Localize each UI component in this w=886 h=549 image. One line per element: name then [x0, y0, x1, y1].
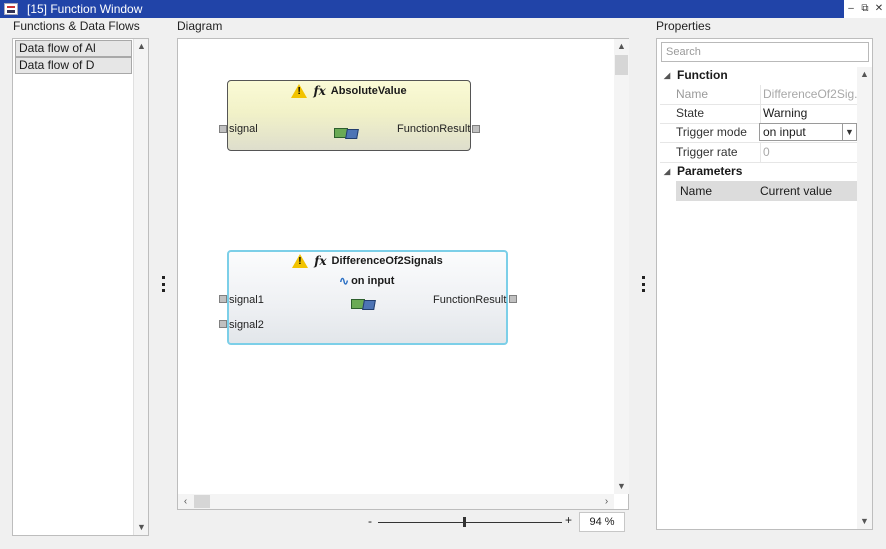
- scroll-thumb[interactable]: [615, 55, 628, 75]
- function-section-header[interactable]: ◢ Function: [660, 66, 857, 85]
- property-key: Name: [676, 87, 709, 101]
- output-port-functionresult[interactable]: [472, 125, 480, 133]
- input-port-label: signal: [229, 123, 258, 135]
- property-key: State: [676, 106, 705, 120]
- app-icon: [4, 3, 18, 15]
- property-value: Warning: [760, 104, 857, 123]
- parameters-section-header[interactable]: ◢ Parameters: [660, 162, 857, 181]
- properties-search-input[interactable]: Search: [661, 42, 869, 62]
- scroll-down-icon[interactable]: ▼: [857, 514, 872, 529]
- parameters-table-header: Name Current value: [676, 181, 857, 201]
- column-header-current-value[interactable]: Current value: [760, 181, 832, 201]
- diagram-panel-header: Diagram: [177, 19, 223, 33]
- scroll-up-icon[interactable]: ▲: [614, 39, 629, 54]
- function-icon: fx: [313, 84, 326, 98]
- warning-icon: [292, 254, 309, 268]
- close-button[interactable]: ✕: [872, 0, 886, 18]
- functions-panel-header: Functions & Data Flows: [13, 19, 140, 33]
- scroll-down-icon[interactable]: ▼: [134, 520, 149, 535]
- diagram-horizontal-scrollbar[interactable]: ‹ ›: [178, 494, 614, 509]
- output-port-label: FunctionResult: [397, 123, 471, 135]
- input-port-signal1[interactable]: [219, 295, 227, 303]
- zoom-level-field[interactable]: 94 %: [579, 512, 625, 532]
- property-key: Trigger rate: [676, 145, 738, 159]
- property-row-state: State Warning: [660, 104, 857, 124]
- input-port-label: signal2: [229, 319, 264, 331]
- monitor-icon: [351, 297, 379, 313]
- list-item-dataflow-1[interactable]: Data flow of Al: [15, 40, 132, 57]
- input-port-label: signal1: [229, 294, 264, 306]
- property-row-trigger-rate: Trigger rate 0: [660, 143, 857, 163]
- trigger-mode-select[interactable]: on input ▼: [759, 123, 857, 141]
- scroll-up-icon[interactable]: ▲: [857, 67, 872, 82]
- title-bar: [15] Function Window – ⧉ ✕: [0, 0, 886, 18]
- list-item-dataflow-2[interactable]: Data flow of D: [15, 57, 132, 74]
- input-port-signal2[interactable]: [219, 320, 227, 328]
- trigger-indicator: ∿ on input: [339, 274, 394, 288]
- functions-list-scrollbar[interactable]: ▲ ▼: [133, 39, 148, 535]
- block-title: AbsoluteValue: [330, 85, 407, 97]
- scroll-down-icon[interactable]: ▼: [614, 479, 629, 494]
- block-header: fx AbsoluteValue: [228, 84, 470, 98]
- window-controls: – ⧉ ✕: [844, 0, 886, 18]
- function-block-differenceof2signals[interactable]: fx DifferenceOf2Signals ∿ on input signa…: [227, 250, 508, 345]
- restore-button[interactable]: ⧉: [858, 0, 872, 18]
- chevron-down-icon[interactable]: ▼: [842, 124, 856, 140]
- scroll-up-icon[interactable]: ▲: [134, 39, 149, 54]
- property-value: DifferenceOf2Sig...: [760, 85, 857, 104]
- diagram-vertical-scrollbar[interactable]: ▲ ▼: [614, 39, 629, 494]
- section-label: Parameters: [677, 164, 743, 178]
- property-key: Trigger mode: [676, 125, 747, 139]
- function-block-absolutevalue[interactable]: fx AbsoluteValue signal FunctionResult: [227, 80, 471, 151]
- right-splitter-grip-icon[interactable]: [641, 276, 645, 292]
- properties-panel-header: Properties: [656, 19, 711, 33]
- collapse-icon[interactable]: ◢: [664, 66, 670, 85]
- functions-list: Data flow of Al Data flow of D ▲ ▼: [12, 38, 149, 536]
- zoom-in-button[interactable]: +: [565, 513, 572, 527]
- zoom-slider-thumb[interactable]: [463, 517, 466, 527]
- function-icon: fx: [314, 254, 327, 268]
- monitor-icon: [334, 126, 362, 142]
- scroll-left-icon[interactable]: ‹: [178, 494, 193, 509]
- output-port-functionresult[interactable]: [509, 295, 517, 303]
- output-port-label: FunctionResult: [433, 294, 507, 306]
- warning-icon: [291, 84, 308, 98]
- selected-value: on input: [763, 125, 806, 139]
- section-label: Function: [677, 68, 728, 82]
- trigger-label: on input: [351, 275, 395, 287]
- column-header-name[interactable]: Name: [680, 181, 712, 201]
- properties-scrollbar[interactable]: ▲ ▼: [857, 67, 872, 529]
- block-title: DifferenceOf2Signals: [331, 255, 443, 267]
- window-title: [15] Function Window: [27, 2, 143, 16]
- scroll-thumb[interactable]: [194, 495, 210, 508]
- input-port-signal[interactable]: [219, 125, 227, 133]
- block-header: fx DifferenceOf2Signals: [229, 254, 506, 268]
- property-value[interactable]: 0: [760, 143, 857, 162]
- scroll-right-icon[interactable]: ›: [599, 494, 614, 509]
- collapse-icon[interactable]: ◢: [664, 162, 670, 181]
- minimize-button[interactable]: –: [844, 0, 858, 18]
- left-splitter-grip-icon[interactable]: [161, 276, 165, 292]
- property-row-name: Name DifferenceOf2Sig...: [660, 85, 857, 105]
- zoom-slider[interactable]: [378, 522, 562, 523]
- wave-icon: ∿: [339, 274, 350, 288]
- zoom-out-button[interactable]: -: [368, 514, 372, 528]
